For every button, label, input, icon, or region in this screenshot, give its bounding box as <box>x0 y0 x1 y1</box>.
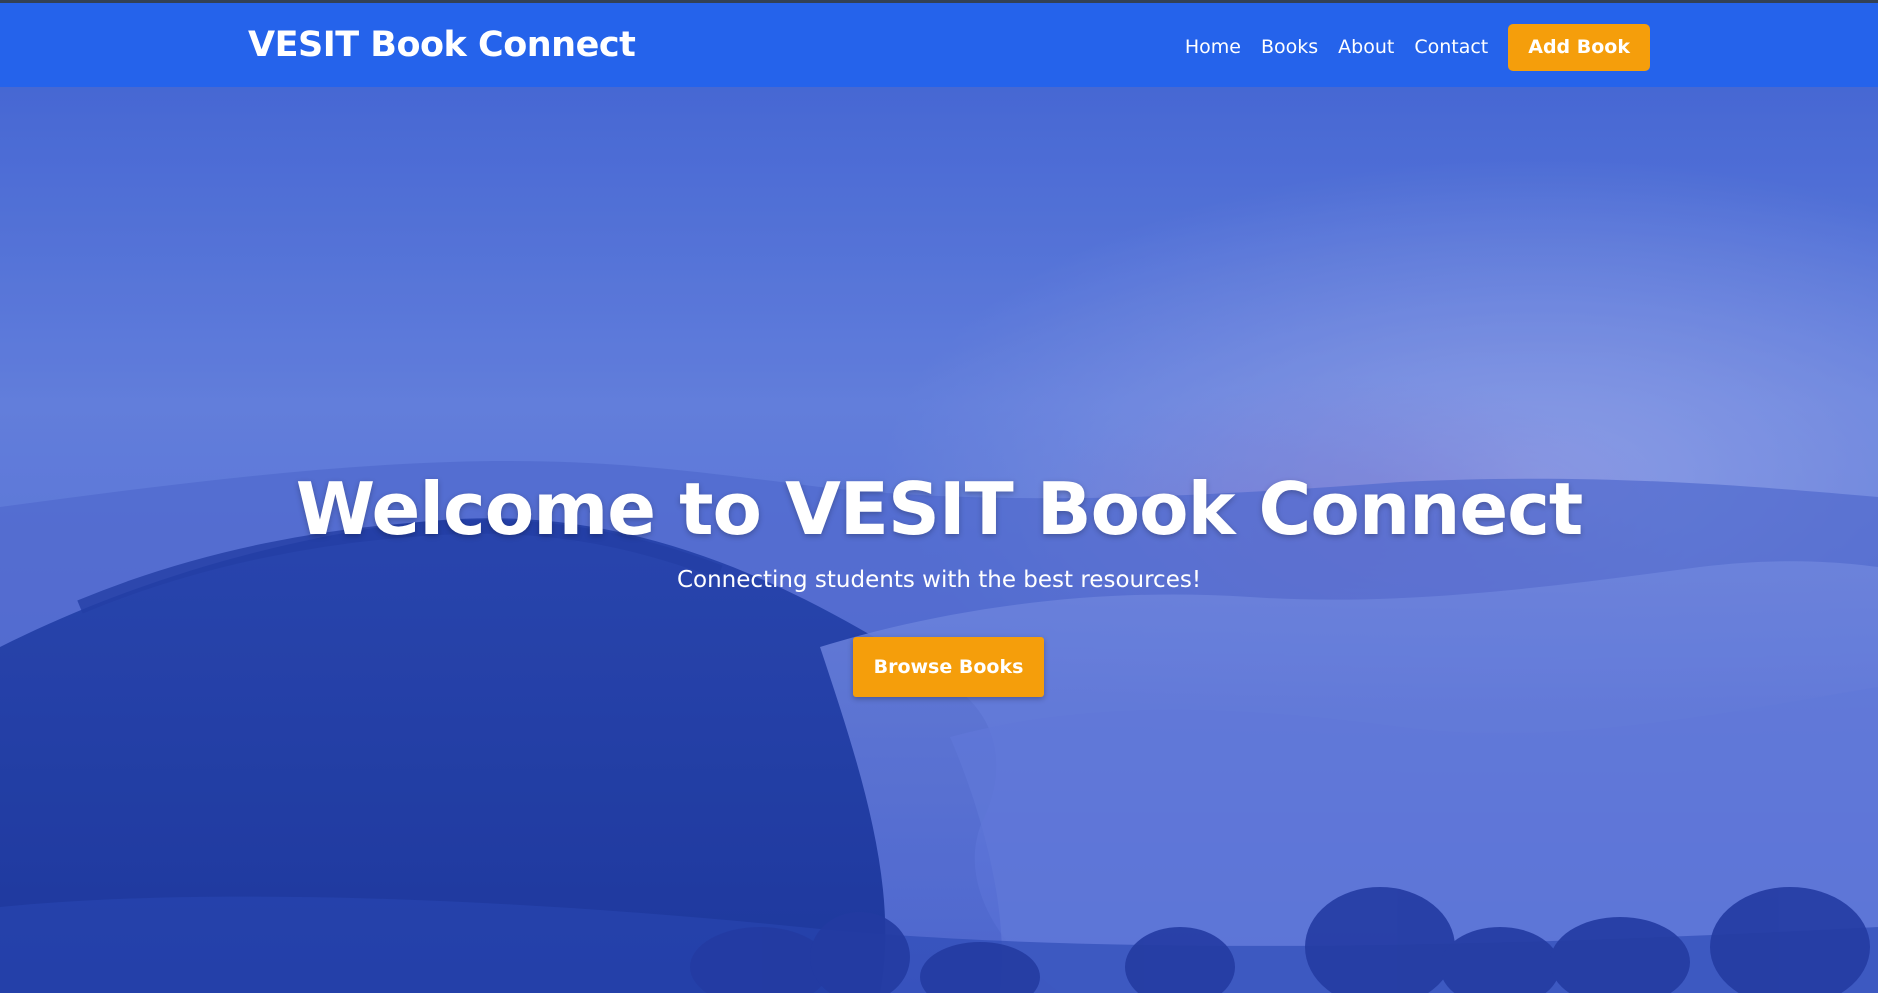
add-book-button[interactable]: Add Book <box>1508 23 1650 71</box>
nav-link-home[interactable]: Home <box>1185 36 1241 58</box>
navbar: VESIT Book Connect Home Books About Cont… <box>0 0 1878 87</box>
nav-link-contact[interactable]: Contact <box>1414 36 1488 58</box>
nav-link-about[interactable]: About <box>1338 36 1394 58</box>
hero-section: Welcome to VESIT Book Connect Connecting… <box>0 87 1878 993</box>
brand-logo[interactable]: VESIT Book Connect <box>248 25 636 65</box>
hero-title: Welcome to VESIT Book Connect <box>295 467 1584 551</box>
page: VESIT Book Connect Home Books About Cont… <box>0 0 1878 993</box>
nav-links: Home Books About Contact Add Book <box>1185 23 1650 71</box>
hero-content: Welcome to VESIT Book Connect Connecting… <box>0 87 1878 993</box>
hero-subtitle: Connecting students with the best resour… <box>676 567 1202 593</box>
browse-books-button[interactable]: Browse Books <box>853 637 1044 697</box>
nav-link-books[interactable]: Books <box>1261 36 1318 58</box>
